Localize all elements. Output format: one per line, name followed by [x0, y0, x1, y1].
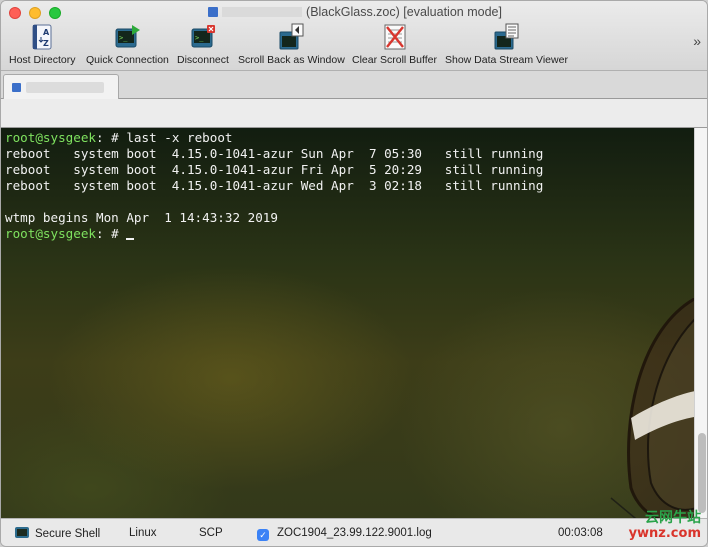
session-type-status[interactable]: Secure Shell [15, 527, 100, 540]
prompt-suffix: : # [96, 226, 127, 241]
terminal-command: last -x reboot [126, 130, 233, 145]
disconnect-label: Disconnect [177, 54, 229, 66]
terminal-prompt: root@sysgeek [5, 130, 96, 145]
document-icon [208, 7, 219, 17]
disconnect-button[interactable]: >_ Disconnect [177, 23, 229, 66]
terminal-area[interactable]: root@sysgeek: # last -x reboot reboot sys… [1, 128, 694, 518]
watermark-line1: 云网牛站 [645, 510, 701, 526]
terminal-output: root@sysgeek: # last -x reboot reboot sys… [5, 130, 543, 242]
session-tab[interactable] [3, 74, 119, 99]
redacted-tab-label [26, 82, 104, 93]
disconnect-terminal-icon: >_ [190, 23, 216, 51]
title-and-toolbar: (BlackGlass.zoc) [evaluation mode] A Z H… [1, 1, 707, 71]
terminal-row: reboot system boot 4.15.0-1041-azur Wed … [5, 178, 544, 193]
secure-shell-icon [15, 527, 29, 538]
scroll-back-as-window-button[interactable]: Scroll Back as Window [238, 23, 345, 66]
session-type-label: Secure Shell [35, 528, 101, 540]
terminal-command-line: root@sysgeek: # last -x reboot [5, 130, 543, 146]
terminal-scrollbar[interactable] [694, 128, 707, 518]
window-title-bar: (BlackGlass.zoc) [evaluation mode] [1, 5, 707, 19]
scroll-back-window-icon [278, 23, 304, 51]
svg-text:>_: >_ [119, 34, 128, 42]
terminal-cursor [126, 238, 135, 240]
quick-connection-button[interactable]: >_ Quick Connection [86, 23, 169, 66]
quick-connect-terminal-icon: >_ [114, 23, 141, 51]
session-tab-icon [12, 83, 21, 92]
logging-checkbox[interactable]: ✓ [257, 529, 269, 541]
session-timer: 00:03:08 [558, 527, 603, 539]
data-stream-viewer-icon [493, 23, 519, 51]
clear-scroll-buffer-label: Clear Scroll Buffer [352, 54, 438, 66]
status-bar: Secure Shell Linux SCP ✓ ZOC1904_23.99.12… [1, 518, 707, 546]
terminal-prompt: root@sysgeek [5, 226, 96, 241]
log-file-name: ZOC1904_23.99.122.9001.log [277, 527, 432, 539]
tab-content-header [1, 99, 707, 128]
butterfly-wallpaper-image [610, 298, 694, 518]
prompt-suffix: : # [96, 130, 127, 145]
address-book-icon: A Z [29, 23, 55, 51]
emulation-status[interactable]: Linux [129, 527, 157, 539]
scrollbar-thumb[interactable] [698, 433, 706, 513]
clear-buffer-icon [382, 23, 408, 51]
svg-text:>_: >_ [195, 34, 204, 42]
terminal-wtmp-line: wtmp begins Mon Apr 1 14:43:32 2019 [5, 210, 278, 225]
show-data-stream-viewer-label: Show Data Stream Viewer [445, 54, 568, 66]
show-data-stream-viewer-button[interactable]: Show Data Stream Viewer [445, 23, 568, 66]
svg-text:Z: Z [43, 39, 49, 48]
quick-connection-label: Quick Connection [86, 54, 169, 66]
clear-scroll-buffer-button[interactable]: Clear Scroll Buffer [352, 23, 437, 66]
redacted-session-name [222, 7, 303, 17]
host-directory-button[interactable]: A Z Host Directory [9, 23, 76, 66]
terminal-row: reboot system boot 4.15.0-1041-azur Sun … [5, 146, 544, 161]
svg-text:A: A [43, 28, 50, 37]
window-title: (BlackGlass.zoc) [evaluation mode] [306, 5, 502, 19]
terminal-row: reboot system boot 4.15.0-1041-azur Fri … [5, 162, 544, 177]
watermark: 云网牛站 ywnz.com [628, 510, 701, 542]
terminal-input-line: root@sysgeek: # [5, 226, 543, 242]
session-tab-strip [1, 71, 707, 99]
scroll-back-as-window-label: Scroll Back as Window [238, 54, 345, 66]
toolbar-overflow-chevron-icon[interactable]: » [693, 33, 701, 49]
watermark-line2: ywnz.com [628, 526, 701, 541]
toolbar: A Z Host Directory >_ Quick Connection >… [1, 23, 707, 69]
host-directory-label: Host Directory [9, 54, 76, 66]
app-window: (BlackGlass.zoc) [evaluation mode] A Z H… [0, 0, 708, 547]
transfer-protocol-status[interactable]: SCP [199, 527, 223, 539]
logging-status[interactable]: ✓ ZOC1904_23.99.122.9001.log [257, 527, 432, 541]
